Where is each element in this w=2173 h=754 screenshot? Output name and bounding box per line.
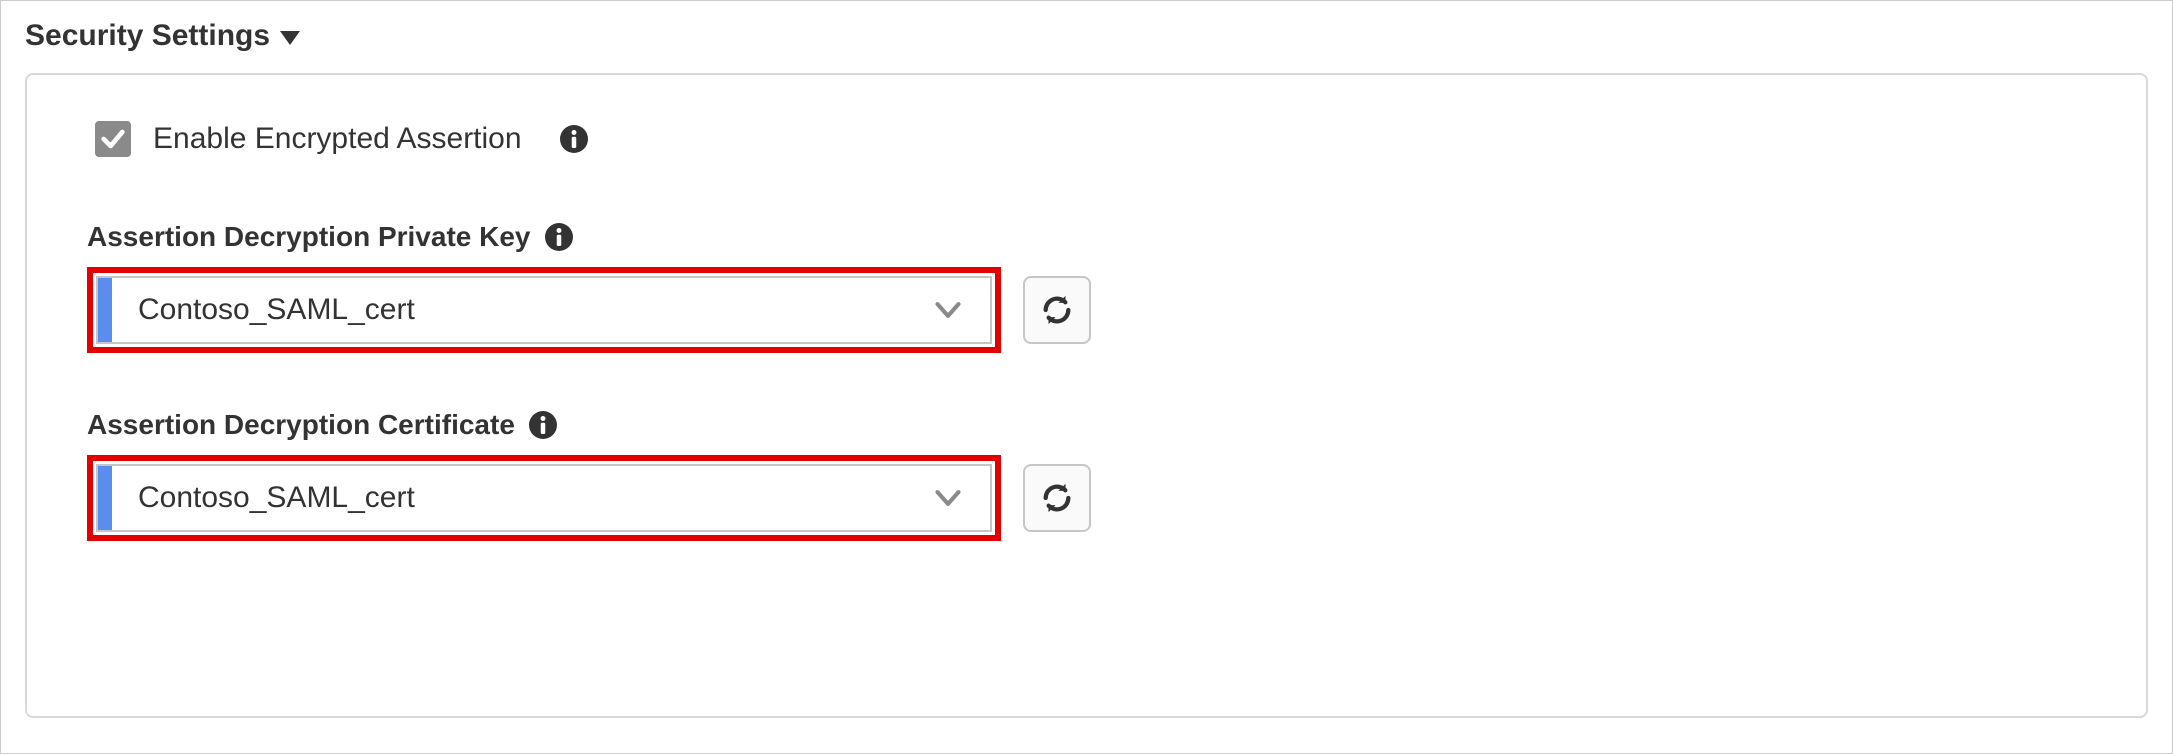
- certificate-field: Assertion Decryption Certificate Contoso…: [87, 409, 2086, 541]
- certificate-select-row: Contoso_SAML_cert: [87, 455, 2086, 541]
- private-key-select[interactable]: Contoso_SAML_cert: [96, 276, 992, 344]
- certificate-select[interactable]: Contoso_SAML_cert: [96, 464, 992, 532]
- private-key-select-value: Contoso_SAML_cert: [112, 293, 934, 327]
- section-header-toggle[interactable]: Security Settings: [25, 19, 2148, 53]
- enable-encrypted-assertion-label: Enable Encrypted Assertion: [153, 122, 522, 156]
- info-icon[interactable]: [545, 223, 573, 251]
- private-key-label: Assertion Decryption Private Key: [87, 221, 531, 253]
- select-stripe: [98, 278, 112, 342]
- refresh-icon: [1040, 481, 1074, 515]
- certificate-label-row: Assertion Decryption Certificate: [87, 409, 2086, 441]
- chevron-down-icon: [934, 300, 990, 320]
- private-key-label-row: Assertion Decryption Private Key: [87, 221, 2086, 253]
- section-title: Security Settings: [25, 19, 270, 53]
- private-key-select-row: Contoso_SAML_cert: [87, 267, 2086, 353]
- chevron-down-icon: [934, 488, 990, 508]
- certificate-highlight: Contoso_SAML_cert: [87, 455, 1001, 541]
- certificate-select-value: Contoso_SAML_cert: [112, 481, 934, 515]
- enable-encrypted-assertion-row: Enable Encrypted Assertion: [95, 121, 2086, 157]
- private-key-refresh-button[interactable]: [1023, 276, 1091, 344]
- certificate-refresh-button[interactable]: [1023, 464, 1091, 532]
- select-stripe: [98, 466, 112, 530]
- info-icon[interactable]: [560, 125, 588, 153]
- refresh-icon: [1040, 293, 1074, 327]
- security-settings-panel: Enable Encrypted Assertion Assertion Dec…: [25, 73, 2148, 718]
- caret-down-icon: [280, 31, 300, 45]
- check-icon: [99, 125, 127, 153]
- certificate-label: Assertion Decryption Certificate: [87, 409, 515, 441]
- private-key-highlight: Contoso_SAML_cert: [87, 267, 1001, 353]
- enable-encrypted-assertion-checkbox[interactable]: [95, 121, 131, 157]
- private-key-field: Assertion Decryption Private Key Contoso…: [87, 221, 2086, 353]
- info-icon[interactable]: [529, 411, 557, 439]
- security-settings-panel-container: Security Settings Enable Encrypted Asser…: [0, 0, 2173, 754]
